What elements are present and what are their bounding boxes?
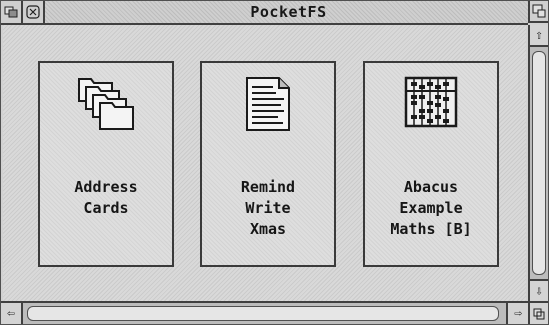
vertical-scrollbar[interactable]: ⇧ ⇩ [528,25,548,301]
horizontal-scrollbar[interactable]: ⇦ ⇨ [1,301,528,324]
file-item-label: Remind Write Xmas [240,178,296,238]
file-item-label: Address Cards [74,178,138,217]
file-item-address-cards[interactable]: Address Cards [38,61,174,267]
file-item-remind-write-xmas[interactable]: Remind Write Xmas [200,61,336,267]
resize-icon[interactable] [528,301,548,324]
close-icon[interactable] [23,1,45,23]
scroll-up-icon[interactable]: ⇧ [530,25,548,47]
horizontal-scroll-thumb[interactable] [27,306,499,321]
work-area: Address Cards Remind Write Xmas Abacus E… [3,25,526,301]
file-item-label: Abacus Example Maths [B] [390,178,472,238]
file-item-abacus-example-maths[interactable]: Abacus Example Maths [B] [363,61,499,267]
text-document-icon [202,75,334,135]
abacus-icon [365,75,497,135]
title-bar[interactable]: PocketFS [1,1,528,25]
scroll-right-icon[interactable]: ⇨ [506,303,528,324]
scroll-left-icon[interactable]: ⇦ [1,303,23,324]
back-icon[interactable] [1,1,23,23]
scroll-down-icon[interactable]: ⇩ [530,279,548,301]
vertical-scroll-thumb[interactable] [532,51,546,275]
filer-window: PocketFS Address Cards Remind Write Xmas… [0,0,549,325]
stacked-folders-icon [40,75,172,135]
toggle-size-icon[interactable] [528,1,548,23]
window-title: PocketFS [250,3,327,21]
